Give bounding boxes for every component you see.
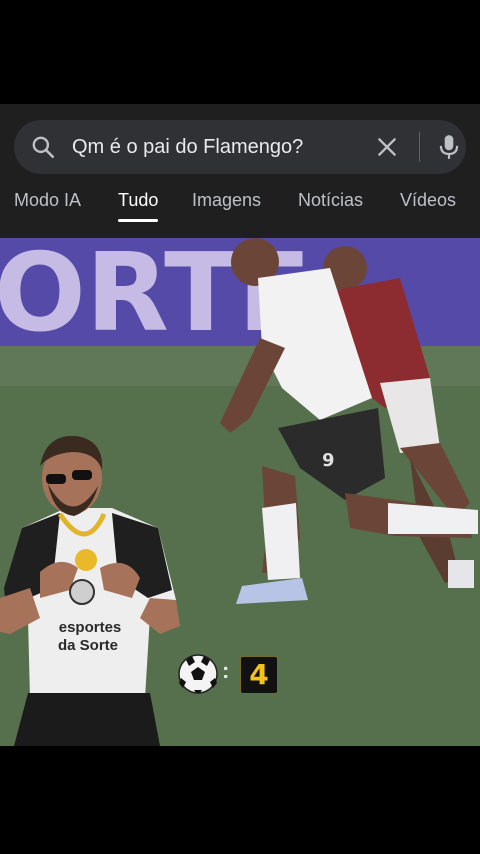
microphone-icon[interactable]: [436, 133, 462, 161]
search-tabs: Modo IA Tudo Imagens Notícias Vídeos: [0, 190, 480, 230]
search-divider: [419, 132, 420, 162]
tab-tudo[interactable]: Tudo: [118, 190, 159, 222]
shorts-number: 9: [322, 450, 335, 471]
close-icon[interactable]: [374, 134, 400, 160]
tab-imagens[interactable]: Imagens: [192, 190, 261, 211]
google-search-panel: Qm é o pai do Flamengo? Modo IA Tudo Ima…: [0, 104, 480, 238]
tab-modo-ia[interactable]: Modo IA: [14, 190, 81, 211]
sponsor-text-line2: da Sorte: [58, 637, 118, 654]
video-frame[interactable]: ORTE 9 esportes da Sorte: 4: [0, 238, 480, 746]
search-bar[interactable]: Qm é o pai do Flamengo?: [14, 120, 466, 174]
top-black-bar: [0, 0, 480, 104]
tab-noticias[interactable]: Notícias: [298, 190, 363, 211]
search-icon[interactable]: [30, 134, 56, 160]
search-input[interactable]: Qm é o pai do Flamengo?: [72, 120, 303, 174]
goal-counter-value: 4: [240, 656, 278, 694]
tab-videos[interactable]: Vídeos: [400, 190, 456, 211]
goal-counter-separator: :: [222, 658, 230, 683]
soccer-ball-icon: [178, 654, 218, 694]
bottom-black-bar: [0, 746, 480, 854]
sponsor-text-line1: esportes: [59, 619, 122, 636]
